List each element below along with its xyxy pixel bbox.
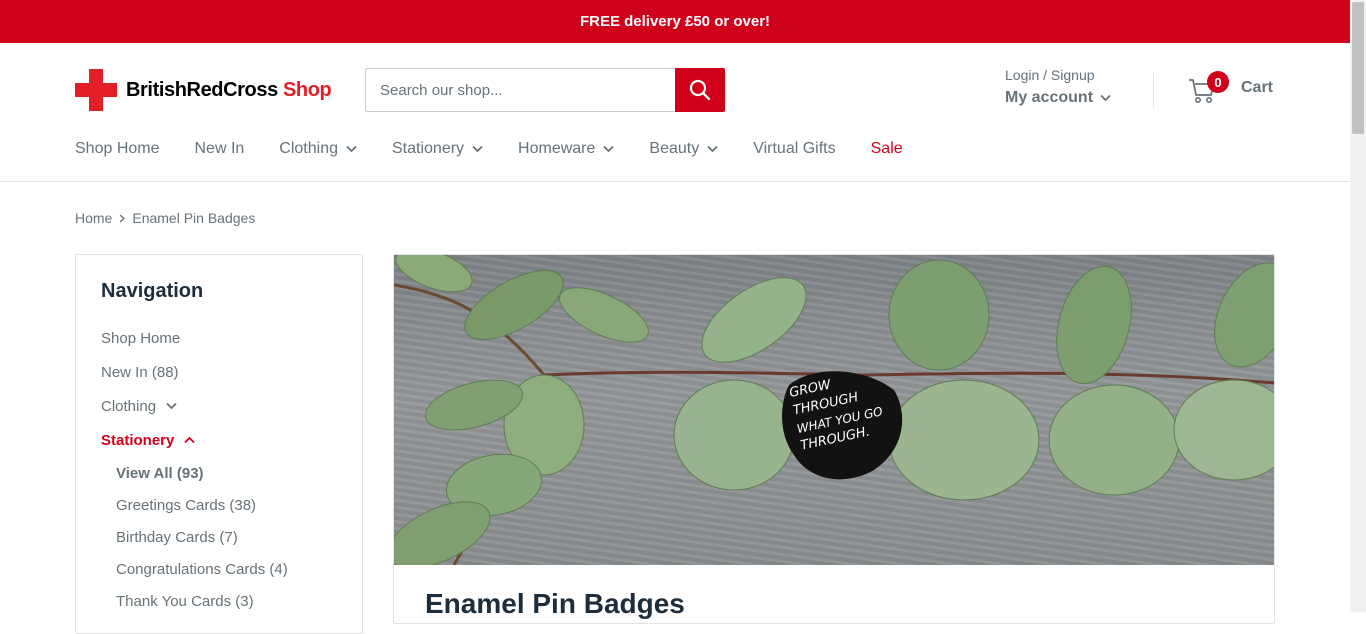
site-logo[interactable]: BritishRedCross Shop [75,69,332,111]
sidebar-item-new-in[interactable]: New In (88) [101,355,337,389]
breadcrumb-home[interactable]: Home [75,210,112,226]
nav-item-new-in[interactable]: New In [195,140,245,158]
nav-item-clothing[interactable]: Clothing [279,140,357,158]
nav-item-stationery[interactable]: Stationery [392,140,483,158]
sidebar-title: Navigation [101,280,204,302]
my-account-button[interactable]: My account [1005,89,1111,107]
collection-content: GROW THROUGH WHAT YOU GO THROUGH. Enamel… [393,254,1275,624]
chevron-right-icon [119,213,126,223]
cart-button[interactable]: 0 Cart [1188,71,1274,104]
page-scrollbar[interactable] [1350,0,1366,612]
chevron-down-icon [346,145,357,153]
my-account-label: My account [1005,89,1094,106]
sidebar-links: Shop Home New In (88) Clothing Stationer… [101,321,337,617]
cart-icon-wrap: 0 [1188,71,1229,104]
brand-name: BritishRedCross Shop [126,78,332,101]
login-signup-link[interactable]: Login / Signup [1005,67,1111,83]
announcement-text: FREE delivery £50 or over! [579,13,771,30]
sidebar-navigation: Navigation Shop Home New In (88) Clothin… [75,254,363,634]
search-form [365,68,725,112]
header-divider [1153,73,1154,108]
chevron-down-icon [707,145,718,153]
collection-banner-image: GROW THROUGH WHAT YOU GO THROUGH. [394,255,1274,565]
site-header: BritishRedCross Shop Login / Signup My a… [0,43,1350,182]
breadcrumb: Home Enamel Pin Badges [75,210,255,226]
sidebar-subitems-stationery: View All (93) Greetings Cards (38) Birth… [101,457,337,617]
chevron-down-icon [472,145,483,153]
search-icon [689,79,711,101]
search-button[interactable] [675,68,725,112]
sidebar-subitem-greetings-cards[interactable]: Greetings Cards (38) [116,489,337,521]
nav-item-homeware[interactable]: Homeware [518,140,615,158]
scrollbar-thumb[interactable] [1352,2,1364,134]
red-cross-logo-icon [75,69,117,111]
sidebar-subitem-congratulations-cards[interactable]: Congratulations Cards (4) [116,553,337,585]
sidebar-item-clothing[interactable]: Clothing [101,389,337,423]
sidebar-subitem-birthday-cards[interactable]: Birthday Cards (7) [116,521,337,553]
nav-item-beauty[interactable]: Beauty [649,140,718,158]
account-menu: Login / Signup My account [1005,67,1111,107]
sidebar-item-stationery[interactable]: Stationery [101,423,337,457]
nav-item-virtual-gifts[interactable]: Virtual Gifts [753,140,835,158]
sidebar-subitem-thank-you-cards[interactable]: Thank You Cards (3) [116,585,337,617]
cart-label: Cart [1241,79,1274,96]
nav-item-sale[interactable]: Sale [871,140,903,158]
sidebar-item-shop-home[interactable]: Shop Home [101,321,337,355]
page-title: Enamel Pin Badges [425,588,685,619]
cart-count-badge: 0 [1207,71,1229,93]
sidebar-subitem-view-all[interactable]: View All (93) [116,457,337,489]
main-nav: Shop Home New In Clothing Stationery Hom… [75,140,938,158]
chevron-up-icon [184,436,195,444]
chevron-down-icon [1100,94,1111,102]
announcement-bar: FREE delivery £50 or over! [0,0,1350,43]
search-input[interactable] [365,68,675,112]
nav-item-shop-home[interactable]: Shop Home [75,140,160,158]
breadcrumb-current: Enamel Pin Badges [132,210,256,226]
chevron-down-icon [166,402,177,410]
chevron-down-icon [603,145,615,153]
